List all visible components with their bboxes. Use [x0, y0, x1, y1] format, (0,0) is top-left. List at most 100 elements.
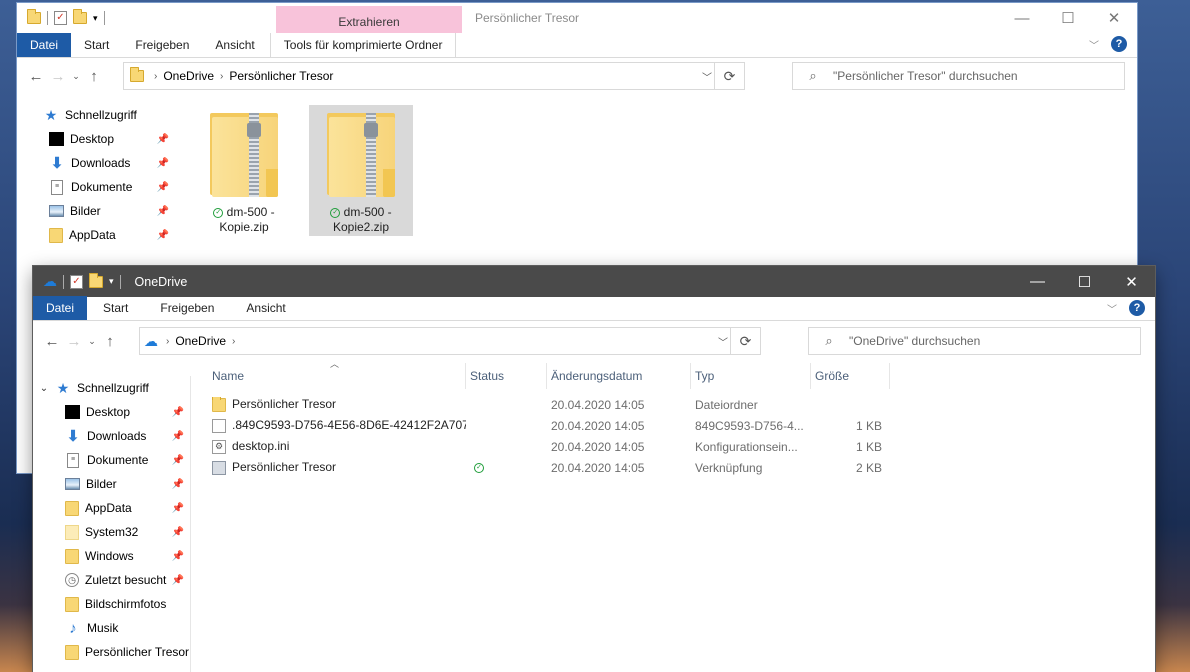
back-arrow-icon[interactable]: ← [41, 333, 63, 350]
tab-share[interactable]: Freigeben [144, 296, 230, 320]
folder-icon [65, 500, 79, 516]
maximize-button[interactable]: ☐ [1045, 3, 1091, 33]
nav-item-quick-access[interactable]: ★ Schnellzugriff [17, 103, 175, 127]
nav-item-label: Musik [87, 621, 119, 635]
search-input[interactable]: ⌕ "OneDrive" durchsuchen [808, 327, 1141, 355]
nav-item-label: Desktop [86, 405, 131, 419]
expand-ribbon-icon[interactable]: ﹀ [1089, 37, 1099, 52]
maximize-button[interactable]: ☐ [1061, 266, 1108, 297]
file-type: Verknüpfung [695, 460, 763, 475]
nav-item-windows[interactable]: Windows 📌 [33, 544, 190, 568]
new-folder-icon[interactable] [89, 272, 103, 288]
star-icon: ★ [56, 379, 70, 396]
pin-icon: 📌 [156, 205, 169, 217]
tab-file[interactable]: Datei [33, 296, 88, 320]
help-icon[interactable]: ? [1129, 300, 1145, 316]
address-bar[interactable]: › OneDrive › Persönlicher Tresor ﹀ ⟳ [123, 62, 745, 90]
caption-buttons: — ☐ ✕ [999, 3, 1137, 33]
file-item-zip-selected[interactable]: ✓ dm-500 - Kopie2.zip [309, 105, 413, 236]
separator [63, 274, 64, 289]
nav-item-documents[interactable]: ≡ Dokumente 📌 [17, 175, 175, 199]
download-icon: ⬇ [66, 428, 80, 445]
nav-item-pictures[interactable]: Bilder 📌 [33, 472, 190, 496]
close-button[interactable]: ✕ [1091, 3, 1137, 33]
tab-file[interactable]: Datei [17, 33, 72, 57]
expand-ribbon-icon[interactable]: ﹀ [1107, 301, 1117, 316]
breadcrumb-separator-icon: › [220, 70, 224, 82]
context-tab-extract[interactable]: Extrahieren [276, 6, 462, 33]
nav-item-documents[interactable]: ≡ Dokumente 📌 [33, 448, 190, 472]
file-label: ✓ dm-500 - Kopie2.zip [309, 205, 413, 235]
breadcrumb-onedrive[interactable]: OneDrive [175, 334, 226, 348]
nav-item-label: Schnellzugriff [77, 381, 149, 395]
help-icon[interactable]: ? [1111, 36, 1127, 52]
window-title: Persönlicher Tresor [475, 11, 580, 25]
folder-icon [130, 67, 144, 82]
customize-toolbar-dropdown[interactable]: ▾ [93, 13, 98, 24]
nav-item-screenshots[interactable]: Bildschirmfotos [33, 592, 190, 616]
address-bar[interactable]: ☁ › OneDrive › ﹀ ⟳ [139, 327, 761, 355]
forward-arrow-icon[interactable]: → [47, 68, 69, 85]
collapse-chevron-icon[interactable]: ⌄ [37, 383, 51, 394]
recent-locations-dropdown[interactable]: ⌄ [85, 336, 99, 347]
nav-item-desktop[interactable]: Desktop 📌 [17, 127, 175, 151]
nav-item-downloads[interactable]: ⬇ Downloads 📌 [33, 424, 190, 448]
column-header-name[interactable]: Name [208, 363, 466, 389]
refresh-icon[interactable]: ⟳ [714, 63, 744, 89]
search-icon: ⌕ [809, 68, 817, 83]
tab-view[interactable]: Ansicht [230, 296, 301, 320]
table-row[interactable]: .849C9593-D756-4E56-8D6E-42412F2A707B 20… [208, 415, 1155, 436]
nav-item-appdata[interactable]: AppData 📌 [17, 223, 175, 247]
pin-icon: 📌 [171, 526, 184, 538]
table-row[interactable]: desktop.ini 20.04.2020 14:05 Konfigurati… [208, 436, 1155, 457]
nav-item-persoenlicher-tresor[interactable]: Persönlicher Tresor [33, 640, 190, 664]
new-folder-icon[interactable] [73, 9, 87, 24]
onedrive-cloud-icon: ☁ [43, 273, 57, 289]
customize-toolbar-dropdown[interactable]: ▾ [109, 276, 114, 287]
file-item-zip[interactable]: ✓ dm-500 - Kopie.zip [192, 105, 296, 236]
nav-item-label: Downloads [71, 156, 131, 170]
close-button[interactable]: ✕ [1108, 266, 1155, 297]
properties-icon[interactable]: ✓ [54, 11, 67, 25]
nav-item-appdata[interactable]: AppData 📌 [33, 496, 190, 520]
forward-arrow-icon[interactable]: → [63, 333, 85, 350]
tab-share[interactable]: Freigeben [122, 33, 202, 57]
address-dropdown-icon[interactable]: ﹀ [718, 328, 728, 354]
breadcrumb-onedrive[interactable]: OneDrive [163, 69, 214, 83]
up-arrow-icon[interactable]: ↑ [83, 68, 105, 85]
ribbon-help-area: ﹀ ? [1089, 36, 1127, 52]
search-input[interactable]: ⌕ "Persönlicher Tresor" durchsuchen [792, 62, 1125, 90]
column-header-size[interactable]: Größe [811, 363, 890, 389]
nav-item-system32[interactable]: System32 📌 [33, 520, 190, 544]
file-name: .849C9593-D756-4E56-8D6E-42412F2A707B [232, 418, 466, 433]
nav-item-desktop[interactable]: Desktop 📌 [33, 400, 190, 424]
refresh-icon[interactable]: ⟳ [730, 328, 760, 354]
pin-icon: 📌 [156, 181, 169, 193]
back-arrow-icon[interactable]: ← [25, 68, 47, 85]
recent-locations-dropdown[interactable]: ⌄ [69, 71, 83, 82]
breadcrumb-persoenlicher-tresor[interactable]: Persönlicher Tresor [229, 69, 333, 83]
tab-start[interactable]: Start [71, 33, 122, 57]
tab-compressed-folder-tools[interactable]: Tools für komprimierte Ordner [269, 33, 457, 57]
column-header-status[interactable]: Status [466, 363, 547, 389]
file-icon [212, 418, 226, 433]
tab-view[interactable]: Ansicht [202, 33, 267, 57]
address-dropdown-icon[interactable]: ﹀ [702, 63, 712, 89]
file-size: 1 KB [855, 418, 882, 433]
table-row[interactable]: Persönlicher Tresor 20.04.2020 14:05 Dat… [208, 394, 1155, 415]
nav-item-downloads[interactable]: ⬇ Downloads 📌 [17, 151, 175, 175]
tab-start[interactable]: Start [87, 296, 144, 320]
table-row[interactable]: Persönlicher Tresor ✓ 20.04.2020 14:05 V… [208, 457, 1155, 478]
file-label: ✓ dm-500 - Kopie.zip [192, 205, 296, 235]
nav-item-pictures[interactable]: Bilder 📌 [17, 199, 175, 223]
nav-item-music[interactable]: ♪ Musik [33, 616, 190, 640]
nav-item-quick-access[interactable]: ⌄ ★ Schnellzugriff [33, 376, 190, 400]
window-title: OneDrive [134, 274, 188, 289]
properties-icon[interactable]: ✓ [70, 274, 83, 289]
up-arrow-icon[interactable]: ↑ [99, 333, 121, 350]
minimize-button[interactable]: — [999, 3, 1045, 33]
nav-item-recent[interactable]: ◷ Zuletzt besucht 📌 [33, 568, 190, 592]
column-header-date[interactable]: Änderungsdatum [547, 363, 691, 389]
column-header-type[interactable]: Typ [691, 363, 811, 389]
minimize-button[interactable]: — [1014, 266, 1061, 297]
